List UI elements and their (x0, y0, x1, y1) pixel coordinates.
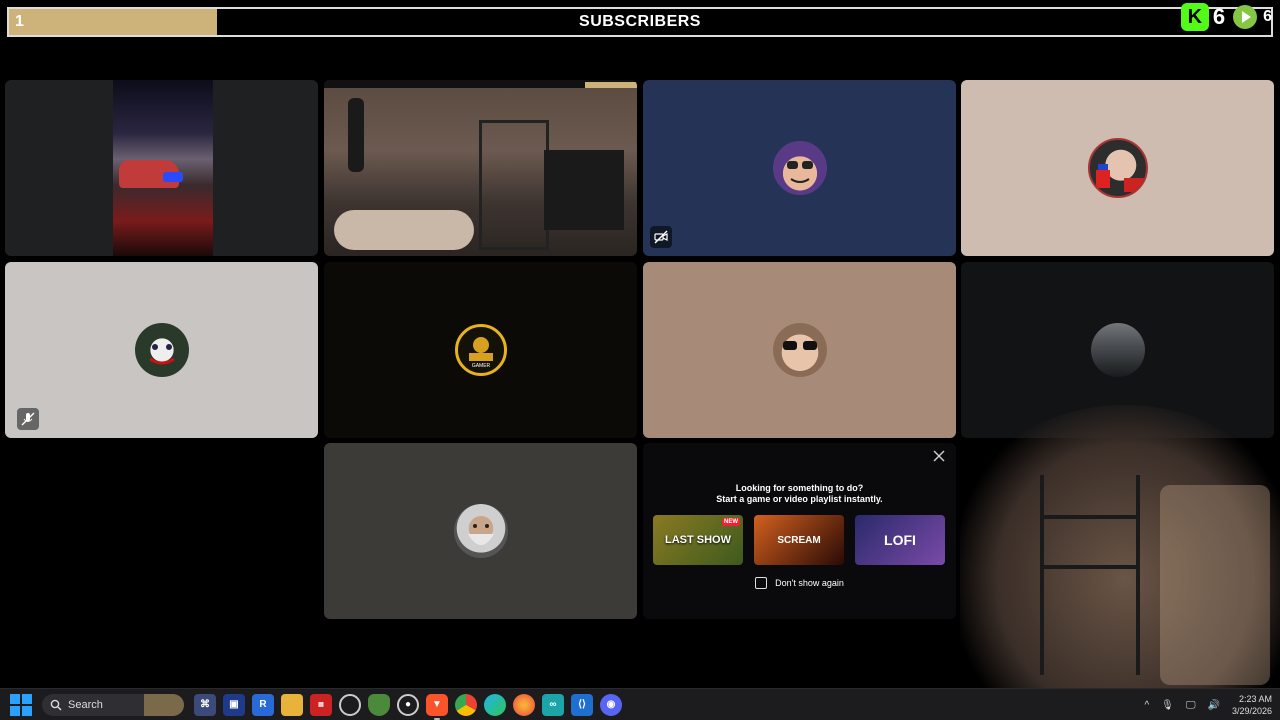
activity-heading: Looking for something to do? (735, 483, 864, 493)
sync-app-icon[interactable]: ● (397, 693, 419, 716)
app-icon-2[interactable]: ▣ (223, 693, 245, 716)
system-tray: ^ 🎙 🖵 🔊 2:23 AM 3/29/2026 (1144, 689, 1272, 720)
participant-tile-1[interactable] (5, 80, 318, 256)
kick-count: K 6 (1180, 3, 1226, 31)
activity-last-show[interactable]: LAST SHOW NEW (653, 515, 743, 565)
search-highlight-image (144, 693, 184, 716)
participant-tile-7[interactable] (643, 262, 956, 438)
firefox-icon[interactable] (513, 693, 535, 716)
rumble-count-value: 6 (1263, 8, 1272, 25)
participant-tile-2[interactable] (324, 80, 637, 256)
network-tool-icon[interactable]: ⌘ (194, 693, 216, 716)
mic-muted-icon (17, 408, 39, 430)
network-icon[interactable]: 🖵 (1186, 700, 1196, 711)
clock[interactable]: 2:23 AM 3/29/2026 (1232, 693, 1272, 717)
r-app-icon[interactable]: R (252, 693, 274, 716)
mario-avatar (1087, 138, 1148, 198)
brave-icon[interactable]: ▼ (426, 693, 448, 720)
taskbar: Search ⌘ ▣ R ▤ ● ▼ ∞ ⟨⟩ ◉ ^ 🎙 🖵 🔊 2:23 A… (0, 688, 1280, 720)
sunglasses-man-avatar (772, 323, 827, 377)
streamer-webcam (960, 405, 1280, 695)
microphone-icon[interactable]: 🎙 (1161, 700, 1174, 711)
shield-icon[interactable] (368, 693, 390, 716)
goal-title: SUBSCRIBERS (579, 13, 701, 30)
gamer-logo-avatar: GAMER (454, 324, 507, 376)
discord-icon[interactable]: ◉ (600, 693, 622, 716)
taskbar-search[interactable]: Search (42, 693, 184, 716)
video-off-icon (650, 226, 672, 248)
chevron-up-icon[interactable]: ^ (1144, 700, 1149, 711)
arduino-icon[interactable]: ∞ (542, 693, 564, 716)
activity-scream[interactable]: SCREAM (754, 515, 844, 565)
activity-label: SCREAM (777, 534, 821, 546)
close-icon[interactable] (932, 449, 948, 465)
bedroom-video (324, 80, 637, 256)
participant-tile-5[interactable] (5, 262, 318, 438)
joker-avatar (134, 323, 189, 377)
old-man-avatar (453, 504, 508, 558)
subscriber-goal-bar: 1 SUBSCRIBERS (7, 7, 1273, 37)
taskbar-apps: ⌘ ▣ R ▤ ● ▼ ∞ ⟨⟩ ◉ (194, 693, 622, 720)
screen: { "sub_goal": { "count": "1", "title": "… (0, 0, 1280, 720)
activity-lofi[interactable]: LOFI (855, 515, 945, 565)
search-icon (50, 699, 62, 710)
chrome-icon[interactable] (455, 693, 477, 716)
platform-counts: K 6 6 (1180, 3, 1272, 31)
clock-app-icon[interactable] (339, 693, 361, 716)
kick-icon: K (1180, 3, 1209, 31)
vscode-icon[interactable]: ⟨⟩ (571, 693, 593, 716)
activity-label: LAST SHOW (665, 534, 731, 546)
activity-label: LOFI (884, 532, 916, 548)
svg-text:GAMER: GAMER (471, 363, 490, 369)
windows-start-icon[interactable] (10, 693, 32, 716)
participant-tile-4[interactable] (961, 80, 1274, 256)
rumble-icon (1231, 3, 1259, 31)
dont-show-label: Don't show again (775, 578, 844, 588)
volume-icon[interactable]: 🔊 (1208, 700, 1220, 711)
activity-prompt: Looking for something to do? Start a gam… (643, 443, 956, 619)
kick-count-value: 6 (1212, 4, 1226, 29)
sunglasses-face-avatar (772, 141, 827, 195)
car-avatar (1090, 323, 1145, 377)
activity-list: LAST SHOW NEW SCREAM LOFI (653, 515, 946, 565)
clock-time: 2:23 AM (1238, 694, 1272, 704)
edge-icon[interactable] (484, 693, 506, 716)
dont-show-checkbox[interactable] (755, 577, 768, 589)
participant-tile-3[interactable] (643, 80, 956, 256)
participant-tile-9[interactable] (324, 443, 637, 619)
new-badge: NEW (722, 518, 740, 526)
file-explorer-icon[interactable] (281, 693, 303, 716)
activity-subheading: Start a game or video playlist instantly… (716, 494, 883, 504)
news-app-icon[interactable]: ▤ (310, 693, 332, 716)
participant-tile-6[interactable]: GAMER (324, 262, 637, 438)
dont-show-again[interactable]: Don't show again (643, 577, 956, 589)
clock-date: 3/29/2026 (1231, 706, 1272, 716)
search-placeholder: Search (68, 698, 103, 711)
street-video (113, 80, 213, 256)
rumble-count: 6 (1231, 3, 1272, 31)
